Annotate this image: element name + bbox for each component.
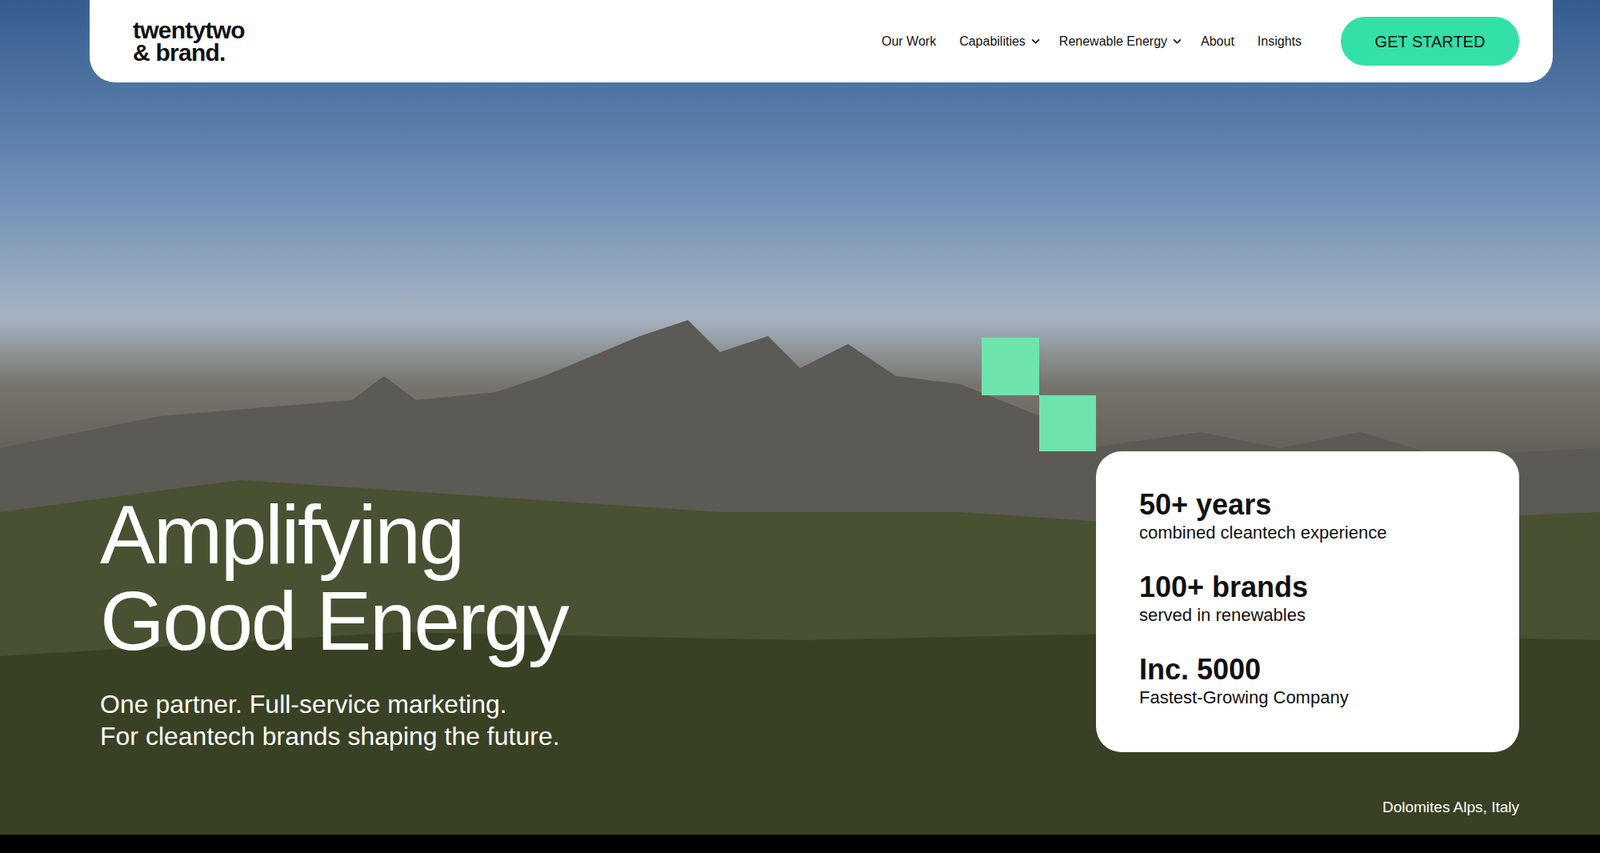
stats-card: 50+ yearscombined cleantech experience 10… [1096, 451, 1520, 752]
nav-label: About [1200, 32, 1235, 52]
chevron-down-icon [1030, 36, 1041, 47]
nav-item[interactable]: Capabilities [959, 32, 1041, 52]
stat: 50+ yearscombined cleantech experience [1139, 488, 1496, 544]
hero-subtitle-line: For cleantech brands shaping the future. [100, 720, 568, 752]
accent-square [1039, 395, 1096, 452]
stat-label: Fastest-Growing Company [1139, 686, 1496, 709]
hero: twentytwo& brand. Our Work Capabilities Re… [0, 0, 1600, 835]
nav-item[interactable]: About [1200, 32, 1240, 52]
nav-label: Insights [1257, 32, 1302, 52]
stat: 100+ brandsserved in renewables [1139, 570, 1496, 627]
stat-label: combined cleantech experience [1139, 521, 1496, 544]
logo-line: & brand. [132, 41, 245, 64]
hero-title: AmplifyingGood Energy [100, 491, 568, 664]
photo-caption: Dolomites Alps, Italy [1382, 796, 1520, 820]
nav-item[interactable]: Renewable Energy [1059, 32, 1183, 52]
nav-item[interactable]: Our Work [881, 32, 941, 52]
nav-label: Our Work [881, 32, 936, 52]
hero-title-line: Amplifying [100, 491, 568, 578]
nav-label: Renewable Energy [1059, 32, 1168, 52]
stat-label: served in renewables [1139, 604, 1496, 627]
nav-item[interactable]: Insights [1257, 32, 1307, 52]
stat-value: 50+ years [1139, 488, 1496, 522]
get-started-button[interactable]: GET STARTED [1340, 16, 1520, 66]
stat-value: 100+ brands [1139, 570, 1496, 604]
accent-square [981, 337, 1040, 396]
logo[interactable]: twentytwo& brand. [132, 19, 245, 64]
nav-label: Capabilities [959, 32, 1026, 52]
hero-text: AmplifyingGood Energy One partner. Full-… [100, 491, 568, 752]
top-nav: twentytwo& brand. Our Work Capabilities Re… [89, 0, 1553, 83]
hero-subtitle-line: One partner. Full-service marketing. [100, 688, 568, 720]
stat: Inc. 5000Fastest-Growing Company [1139, 652, 1496, 709]
stat-value: Inc. 5000 [1139, 652, 1496, 687]
hero-title-line: Good Energy [100, 577, 568, 664]
logo-line: twentytwo [132, 19, 245, 42]
chevron-down-icon [1172, 36, 1183, 47]
nav-menu: Our Work Capabilities Renewable Energy Abou… [881, 32, 1307, 52]
hero-subtitle: One partner. Full-service marketing.For … [100, 688, 568, 752]
